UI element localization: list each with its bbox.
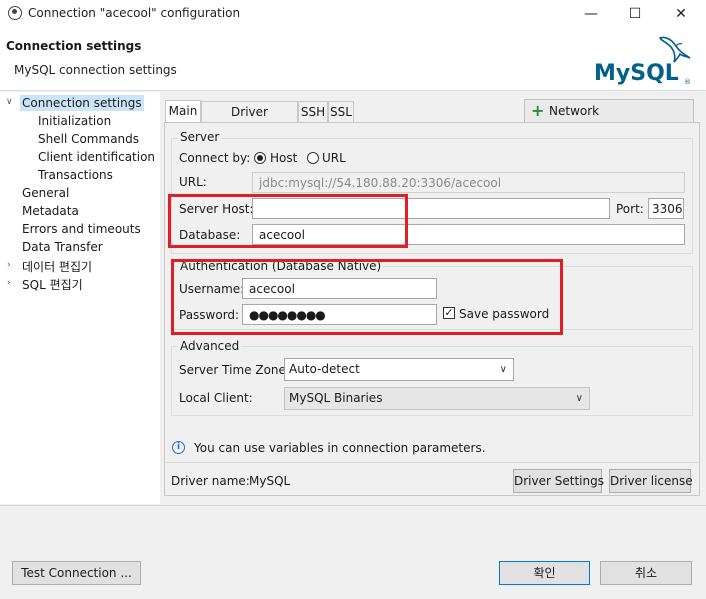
- url-radio[interactable]: [307, 152, 319, 164]
- url-field[interactable]: jdbc:mysql://54.180.88.20:3306/acecool: [252, 172, 685, 193]
- tree-item-connection-settings[interactable]: Connection settings: [20, 95, 144, 111]
- test-connection-button[interactable]: Test Connection ...: [12, 561, 141, 585]
- server-time-zone-select[interactable]: Auto-detect ∨: [284, 358, 514, 381]
- tree-item-shell-commands[interactable]: Shell Commands: [38, 132, 139, 146]
- close-button[interactable]: ✕: [658, 0, 704, 28]
- cancel-button[interactable]: 취소: [600, 561, 692, 585]
- tree-item-errors-timeouts[interactable]: Errors and timeouts: [22, 222, 141, 236]
- network-configurations-button[interactable]: + Network configurations...: [524, 99, 694, 140]
- tree-item-sql-editor[interactable]: SQL 편집기: [22, 276, 83, 293]
- window-title: Connection "acecool" configuration: [28, 6, 241, 20]
- tab-main[interactable]: Main: [165, 100, 201, 123]
- tree-item-initialization[interactable]: Initialization: [38, 114, 111, 128]
- chevron-down-icon: ∨: [575, 393, 583, 404]
- maximize-button[interactable]: ☐: [612, 0, 658, 28]
- tree-item-client-identification[interactable]: Client identification: [38, 150, 155, 164]
- tab-ssh[interactable]: SSH: [298, 101, 328, 122]
- driver-license-button[interactable]: Driver license: [609, 469, 693, 493]
- driver-name-label: Driver name:: [171, 474, 250, 488]
- logo-text: MySQL: [594, 61, 679, 86]
- chevron-right-icon[interactable]: ›: [7, 260, 11, 270]
- tree-item-general[interactable]: General: [22, 186, 69, 200]
- url-radio-label: URL: [322, 151, 346, 165]
- info-text: You can use variables in connection para…: [194, 441, 486, 455]
- tree-item-metadata[interactable]: Metadata: [22, 204, 79, 218]
- divider: [166, 462, 698, 463]
- tree-item-transactions[interactable]: Transactions: [38, 168, 113, 182]
- connect-by-label: Connect by:: [179, 151, 251, 165]
- local-client-value: MySQL Binaries: [289, 391, 383, 405]
- tab-driver-properties[interactable]: Driver properties: [201, 101, 298, 140]
- highlight-box-auth: [171, 259, 563, 335]
- mysql-logo-icon: MySQL ®: [594, 36, 691, 86]
- driver-settings-button[interactable]: Driver Settings: [513, 469, 604, 493]
- local-client-label: Local Client:: [179, 391, 253, 405]
- tree-item-data-editor[interactable]: 데이터 편집기: [22, 258, 92, 275]
- chevron-down-icon: ∨: [499, 364, 507, 375]
- port-label: Port:: [616, 202, 644, 216]
- tab-ssl[interactable]: SSL: [328, 101, 354, 122]
- advanced-group-title: Advanced: [178, 339, 242, 353]
- title-bar: Connection "acecool" configuration — ☐ ✕: [0, 0, 706, 28]
- plus-icon: +: [531, 101, 545, 120]
- server-group-title: Server: [178, 130, 222, 144]
- chevron-right-icon[interactable]: ›: [7, 278, 11, 288]
- info-icon: i: [172, 441, 185, 454]
- port-input[interactable]: 3306: [648, 198, 684, 219]
- host-radio[interactable]: [254, 152, 266, 164]
- local-client-select[interactable]: MySQL Binaries ∨: [284, 387, 590, 410]
- svg-text:®: ®: [684, 78, 691, 86]
- chevron-down-icon[interactable]: ∨: [6, 97, 13, 107]
- server-time-zone-label: Server Time Zone:: [179, 363, 290, 377]
- page-title: Connection settings: [6, 39, 142, 53]
- server-time-zone-value: Auto-detect: [289, 362, 360, 376]
- host-radio-label: Host: [270, 151, 298, 165]
- ok-button[interactable]: 확인: [499, 561, 590, 585]
- page-subtitle: MySQL connection settings: [14, 63, 177, 77]
- url-label: URL:: [179, 175, 207, 189]
- tree-item-data-transfer[interactable]: Data Transfer: [22, 240, 103, 254]
- app-icon: [8, 6, 22, 20]
- tree-item-label: Connection settings: [22, 96, 142, 110]
- highlight-box-server: [168, 194, 408, 248]
- dialog-header: Connection settings MySQL connection set…: [0, 28, 706, 91]
- driver-name-value: MySQL: [249, 474, 291, 488]
- minimize-button[interactable]: —: [568, 0, 614, 28]
